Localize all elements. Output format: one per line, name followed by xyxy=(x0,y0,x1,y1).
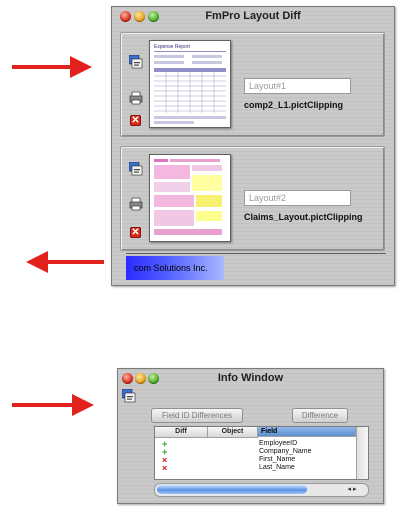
field-name: First_Name xyxy=(259,456,296,463)
list-item[interactable]: + EmployeeID xyxy=(155,440,368,449)
info-titlebar: Info Window xyxy=(118,369,383,388)
field-name: EmployeeID xyxy=(259,440,298,447)
delete-icon[interactable]: ✕ xyxy=(130,115,141,126)
layout2-name-field[interactable]: Layout#2 xyxy=(244,190,351,206)
column-header-diff[interactable]: Diff xyxy=(155,427,208,438)
zoom-button[interactable] xyxy=(148,11,159,22)
scroll-arrows[interactable]: ◂ ▸ xyxy=(339,485,365,494)
layout1-filename: comp2_L1.pictClipping xyxy=(244,100,344,110)
removed-icon: × xyxy=(162,463,168,473)
difference-button[interactable]: Difference xyxy=(292,408,348,423)
info-window-title: Info Window xyxy=(217,372,284,384)
brand-label: com Solutions Inc. xyxy=(126,256,224,280)
field-id-differences-button[interactable]: Field ID Differences xyxy=(151,408,243,423)
layout-diff-window: FmPro Layout Diff ✕ Expense Report Layou… xyxy=(111,6,395,286)
stack-icon[interactable] xyxy=(121,388,136,403)
layout1-thumbnail: Expense Report xyxy=(149,40,231,128)
brand-strip: com Solutions Inc. xyxy=(126,250,386,280)
field-name: Company_Name xyxy=(259,448,312,455)
column-header-field[interactable]: Field xyxy=(258,427,356,437)
layout2-thumbnail xyxy=(149,154,231,242)
layout2-filename: Claims_Layout.pictClipping xyxy=(244,212,363,222)
list-item[interactable]: + Company_Name xyxy=(155,448,368,457)
layout1-panel: ✕ Expense Report Layout#1 comp2_L1.pictC… xyxy=(120,32,385,137)
stack-icon[interactable] xyxy=(128,161,143,176)
window-title: FmPro Layout Diff xyxy=(205,10,301,22)
info-minimize-button[interactable] xyxy=(135,373,146,384)
window-titlebar: FmPro Layout Diff xyxy=(112,7,394,26)
horizontal-scrollbar[interactable]: ◂ ▸ xyxy=(154,483,369,497)
stack-icon[interactable] xyxy=(128,54,143,69)
field-name: Last_Name xyxy=(259,464,295,471)
layout2-panel: ✕ Layout#2 Claims_Layout.pictClipping xyxy=(120,146,385,251)
layout1-placeholder: Layout#1 xyxy=(249,81,287,91)
layout2-placeholder: Layout#2 xyxy=(249,193,287,203)
delete-icon[interactable]: ✕ xyxy=(130,227,141,238)
column-header-object[interactable]: Object xyxy=(208,427,258,438)
list-item[interactable]: × First_Name xyxy=(155,456,368,465)
layout1-name-field[interactable]: Layout#1 xyxy=(244,78,351,94)
info-close-button[interactable] xyxy=(122,373,133,384)
close-button[interactable] xyxy=(120,11,131,22)
info-zoom-button[interactable] xyxy=(148,373,159,384)
minimize-button[interactable] xyxy=(134,11,145,22)
scrollbar-thumb[interactable] xyxy=(157,485,307,494)
info-window: Info Window Field ID Differences Differe… xyxy=(117,368,384,504)
printer-icon[interactable] xyxy=(129,91,143,105)
list-item[interactable]: × Last_Name xyxy=(155,463,368,473)
thumb-heading: Expense Report xyxy=(154,44,190,50)
printer-icon[interactable] xyxy=(129,197,143,211)
differences-list[interactable]: Diff Object Field + EmployeeID + Company… xyxy=(154,426,369,480)
